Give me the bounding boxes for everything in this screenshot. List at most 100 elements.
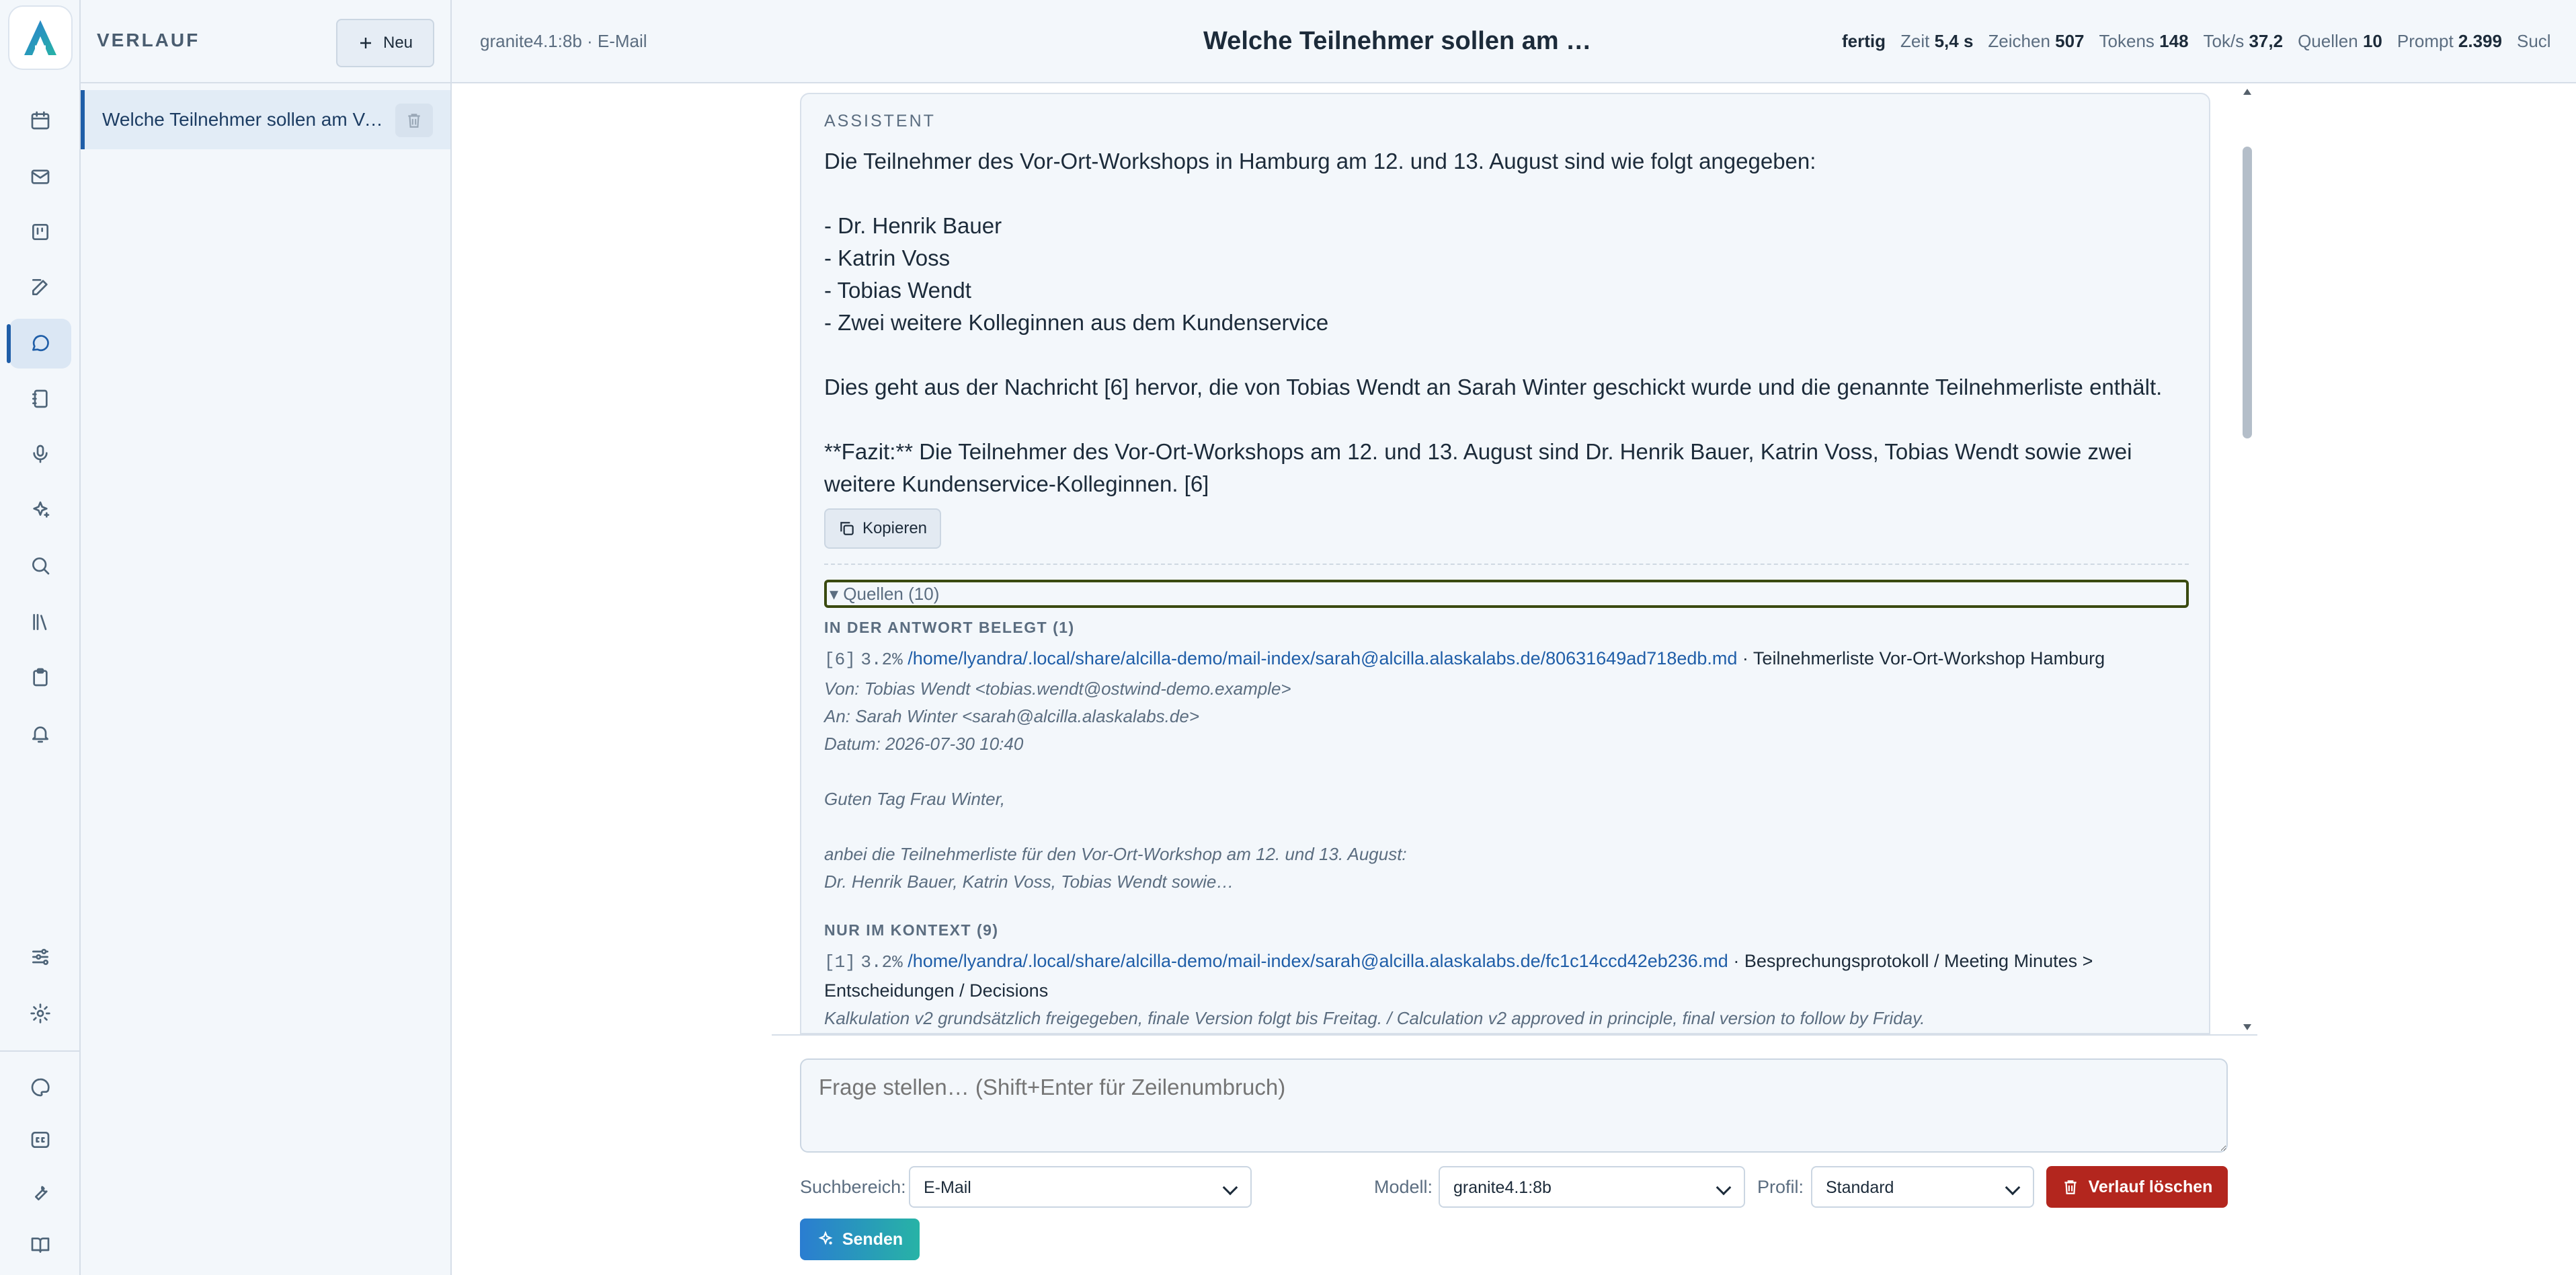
- scroll-down-icon[interactable]: [2243, 1024, 2251, 1030]
- stat-chars: Zeichen 507: [1988, 31, 2085, 51]
- scroll-up-icon[interactable]: [2243, 89, 2251, 95]
- status-text: fertig: [1842, 31, 1886, 51]
- answer-line: Die Teilnehmer des Vor-Ort-Workshops in …: [824, 149, 1816, 173]
- source-ref: [1]: [824, 952, 856, 972]
- answer-line: [824, 178, 2189, 210]
- source-ref: [6]: [824, 650, 856, 670]
- notebook-icon[interactable]: [9, 374, 71, 424]
- stat-sources: Quellen 10: [2298, 31, 2382, 51]
- source-path-link[interactable]: /home/lyandra/.local/share/alcilla-demo/…: [908, 951, 1728, 971]
- question-input[interactable]: [800, 1058, 2228, 1153]
- chevron-down-icon: [2005, 1180, 2021, 1196]
- search-icon[interactable]: [9, 541, 71, 590]
- scroll-thumb[interactable]: [2243, 147, 2252, 438]
- send-button[interactable]: Senden: [800, 1219, 920, 1260]
- source-excerpt: Von: Tobias Wendt <tobias.wendt@ostwind-…: [824, 675, 2189, 896]
- source-score: 3.2%: [860, 650, 903, 670]
- copy-label: Kopieren: [862, 519, 928, 537]
- message-scrollbar[interactable]: [2239, 83, 2256, 1036]
- stat-tokens: Tokens 148: [2099, 31, 2189, 51]
- clear-history-label: Verlauf löschen: [2088, 1177, 2213, 1196]
- scope-value: E-Mail: [924, 1178, 971, 1197]
- send-label: Senden: [842, 1229, 903, 1249]
- palette-icon[interactable]: [9, 1062, 71, 1112]
- trash-icon: [408, 114, 420, 128]
- chevron-down-icon: [1716, 1180, 1732, 1196]
- answer-line: - Katrin Voss: [824, 245, 951, 270]
- calendar-icon[interactable]: [9, 95, 71, 145]
- profile-value: Standard: [1826, 1178, 1894, 1197]
- new-chat-button[interactable]: Neu: [336, 19, 434, 67]
- stat-tok-per-s: Tok/s 37,2: [2203, 31, 2284, 51]
- stat-prompt: Prompt 2.399: [2397, 31, 2502, 51]
- answer-line: Dies geht aus der Nachricht [6] hervor, …: [824, 375, 2163, 399]
- board-icon[interactable]: [9, 207, 71, 257]
- model-select[interactable]: granite4.1:8b: [1439, 1166, 1745, 1208]
- sparkles-icon[interactable]: [9, 486, 71, 535]
- divider: [824, 564, 2189, 565]
- microphone-icon[interactable]: [9, 429, 71, 479]
- library-icon[interactable]: [9, 597, 71, 647]
- cited-sources-heading: IN DER ANTWORT BELEGT (1): [824, 619, 1075, 636]
- clipboard-icon[interactable]: [9, 652, 71, 702]
- source-title: · Teilnehmerliste Vor-Ort-Workshop Hambu…: [1742, 648, 2105, 668]
- answer-line: - Dr. Henrik Bauer: [824, 213, 1002, 238]
- profile-select[interactable]: Standard: [1811, 1166, 2034, 1208]
- new-chat-label: Neu: [383, 34, 413, 52]
- stat-time: Zeit 5,4 s: [1900, 31, 1974, 51]
- source-entry: [6] 3.2% /home/lyandra/.local/share/alci…: [824, 644, 2196, 674]
- caption-icon[interactable]: [9, 1115, 71, 1165]
- excerpt-line: Von: Tobias Wendt <tobias.wendt@ostwind-…: [824, 679, 1291, 699]
- excerpt-line: Kalkulation v2 grundsätzlich freigegeben…: [824, 1008, 1925, 1028]
- source-excerpt: Kalkulation v2 grundsätzlich freigegeben…: [824, 1005, 2189, 1032]
- model-label: Modell:: [1374, 1177, 1433, 1197]
- copy-button[interactable]: Kopieren: [824, 508, 941, 549]
- excerpt-line: anbei die Teilnehmerliste für den Vor-Or…: [824, 844, 1407, 864]
- sparkles-icon: [818, 1231, 833, 1245]
- logo-icon: [24, 20, 56, 55]
- answer-text: Die Teilnehmer des Vor-Ort-Workshops in …: [824, 145, 2189, 500]
- excerpt-line: Datum: 2026-07-30 10:40: [824, 734, 1024, 754]
- history-item-label: Welche Teilnehmer sollen am Vor-Ort-Work…: [102, 109, 385, 130]
- answer-line: - Zwei weitere Kolleginnen aus dem Kunde…: [824, 310, 1329, 335]
- excerpt-line: [824, 758, 2189, 785]
- sliders-icon[interactable]: [9, 932, 71, 982]
- edit-icon[interactable]: [9, 262, 71, 312]
- scope-label: Suchbereich:: [800, 1177, 906, 1197]
- copy-icon: [840, 522, 854, 535]
- rail-divider: [0, 1050, 81, 1052]
- answer-line: [824, 339, 2189, 371]
- gear-icon[interactable]: [9, 989, 71, 1038]
- app-logo[interactable]: [8, 5, 73, 70]
- history-item[interactable]: Welche Teilnehmer sollen am Vor-Ort-Work…: [81, 90, 450, 149]
- trash-icon: [2064, 1180, 2077, 1194]
- conversation-title: Welche Teilnehmer sollen am Vor-Ort-Work…: [1203, 27, 1600, 55]
- profile-label: Profil:: [1757, 1177, 1804, 1197]
- pane-divider: [772, 1034, 2257, 1036]
- model-scope-label: granite4.1:8b · E-Mail: [480, 31, 647, 51]
- chat-header: granite4.1:8b · E-Mail Welche Teilnehmer…: [452, 0, 2576, 83]
- chat-icon[interactable]: [7, 319, 71, 369]
- message-role: ASSISTENT: [824, 112, 936, 130]
- run-stats: fertig Zeit 5,4 s Zeichen 507 Tokens 148…: [1842, 31, 2551, 52]
- excerpt-line: [824, 813, 2189, 841]
- excerpt-line: Guten Tag Frau Winter,: [824, 789, 1006, 809]
- source-entry: [1] 3.2% /home/lyandra/.local/share/alci…: [824, 947, 2196, 1005]
- history-sidebar: VERLAUF Neu Welche Teilnehmer sollen am …: [81, 0, 452, 1275]
- bell-icon[interactable]: [9, 709, 71, 759]
- delete-history-button[interactable]: [395, 104, 433, 137]
- answer-line: - Tobias Wendt: [824, 278, 971, 303]
- book-icon[interactable]: [9, 1220, 71, 1270]
- sidebar-title: VERLAUF: [97, 30, 200, 50]
- model-value: granite4.1:8b: [1453, 1178, 1552, 1197]
- source-path-link[interactable]: /home/lyandra/.local/share/alcilla-demo/…: [908, 648, 1737, 668]
- mail-icon[interactable]: [9, 152, 71, 202]
- scope-select[interactable]: E-Mail: [909, 1166, 1252, 1208]
- assistant-message: ASSISTENT Die Teilnehmer des Vor-Ort-Wor…: [800, 93, 2210, 1034]
- sources-toggle[interactable]: ▾ Quellen (10): [824, 580, 2189, 608]
- clear-history-button[interactable]: Verlauf löschen: [2046, 1166, 2228, 1208]
- context-sources-heading: NUR IM KONTEXT (9): [824, 921, 999, 939]
- answer-line: [824, 403, 2189, 436]
- wrench-icon[interactable]: [9, 1167, 71, 1217]
- plus-icon: [360, 38, 371, 48]
